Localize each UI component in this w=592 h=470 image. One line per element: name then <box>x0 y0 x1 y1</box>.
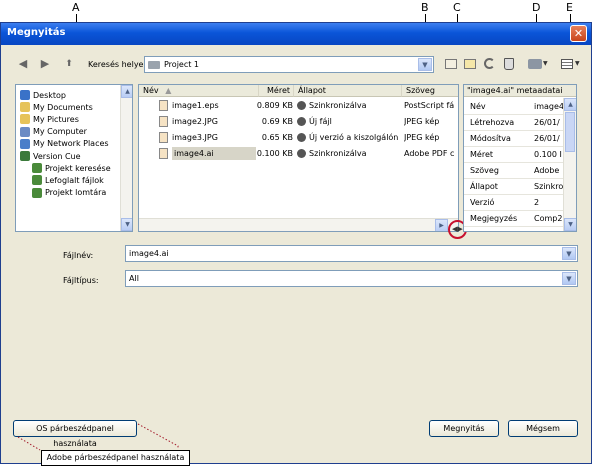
bottom-callout-text: Adobe párbeszédpanel használata <box>46 453 185 462</box>
bottom-callout-leader <box>17 423 179 451</box>
bottom-callout-box: Adobe párbeszédpanel használata <box>41 450 190 466</box>
